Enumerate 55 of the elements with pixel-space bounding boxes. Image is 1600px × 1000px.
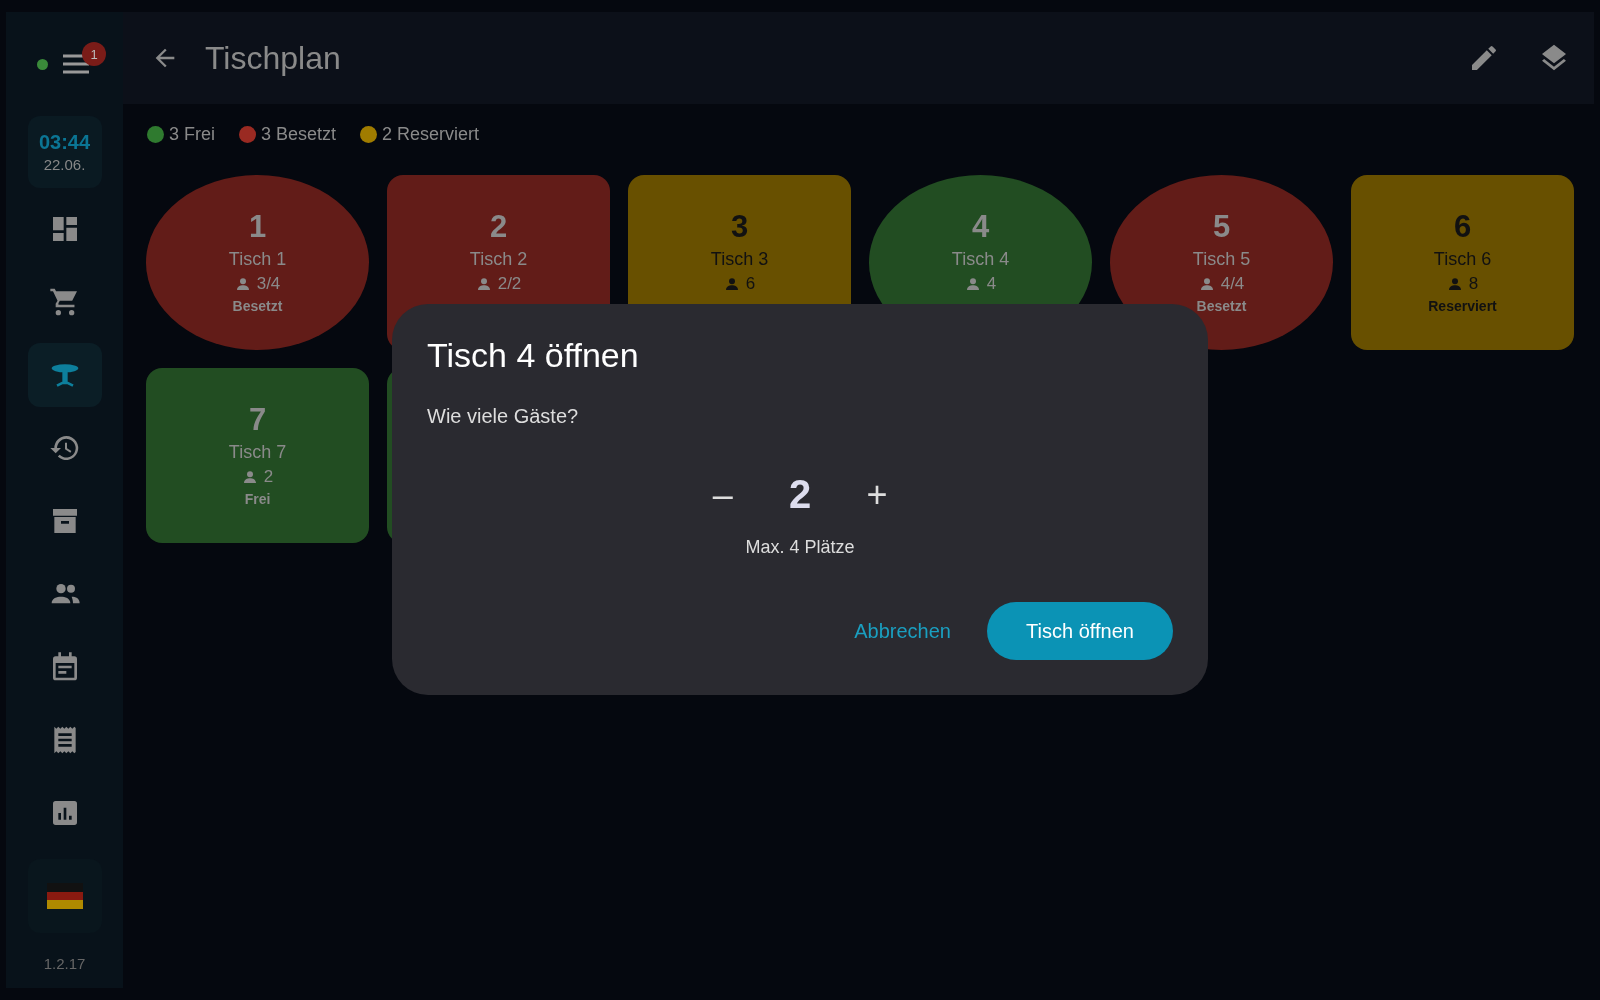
table-number: 3	[730, 209, 749, 245]
table-number: 6	[1453, 209, 1472, 245]
page-title: Tischplan	[205, 39, 342, 77]
increment-button[interactable]: +	[859, 473, 896, 516]
menu-button[interactable]	[62, 52, 92, 76]
guest-count: 8	[1468, 274, 1479, 294]
table-name: Tisch 1	[228, 249, 287, 270]
table-name: Tisch 2	[469, 249, 528, 270]
notification-badge: 1	[82, 42, 106, 66]
guest-count: 6	[745, 274, 756, 294]
person-icon	[241, 469, 258, 485]
language-button[interactable]	[27, 859, 102, 933]
table-status: Besetzt	[232, 298, 283, 316]
person-icon	[723, 276, 740, 292]
nav-item[interactable]	[27, 343, 102, 407]
table-name: Tisch 4	[951, 249, 1010, 270]
decrement-button[interactable]: –	[704, 473, 741, 516]
table-status: Besetzt	[1196, 298, 1247, 316]
table-number: 1	[248, 209, 267, 245]
clock-date: 22.06.	[43, 156, 86, 173]
guest-count: 4	[986, 274, 997, 294]
dialog-question: Wie viele Gäste?	[427, 405, 580, 428]
table-number: 5	[1212, 209, 1231, 245]
table-number: 7	[248, 402, 267, 438]
table-name: Tisch 5	[1192, 249, 1251, 270]
capacity-hint: Max. 4 Plätze	[744, 537, 856, 558]
guest-counter: 2	[788, 472, 812, 517]
person-icon	[1198, 276, 1215, 292]
legend-label: 3 Besetzt	[261, 123, 337, 145]
guest-count: 2	[263, 467, 274, 487]
table-status: Reserviert	[1428, 298, 1497, 316]
table-card[interactable]: 6 Tisch 6 8 Reserviert	[1351, 175, 1574, 350]
table-name: Tisch 6	[1433, 249, 1492, 270]
legend-label: 3 Frei	[169, 123, 215, 145]
person-icon	[1446, 276, 1463, 292]
person-icon	[475, 276, 492, 292]
table-number: 2	[489, 209, 508, 245]
person-icon	[234, 276, 251, 292]
guest-count: 4/4	[1220, 274, 1245, 294]
table-status: Frei	[244, 491, 271, 509]
legend-label: 2 Reserviert	[382, 123, 480, 145]
guest-count: 3/4	[256, 274, 281, 294]
clock-time: 03:44	[38, 131, 91, 154]
table-name: Tisch 7	[228, 442, 287, 463]
flag-icon	[46, 883, 83, 909]
open-table-button[interactable]: Tisch öffnen	[987, 602, 1173, 660]
cancel-button[interactable]: Abbrechen	[848, 618, 957, 644]
table-card[interactable]: 1 Tisch 1 3/4 Besetzt	[146, 175, 369, 350]
table-number: 4	[971, 209, 990, 245]
table-name: Tisch 3	[710, 249, 769, 270]
person-icon	[964, 276, 981, 292]
menu-icon	[62, 53, 90, 75]
guest-count: 2/2	[497, 274, 522, 294]
table-card[interactable]: 7 Tisch 7 2 Frei	[146, 368, 369, 543]
version-label: 1.2.17	[43, 955, 86, 972]
